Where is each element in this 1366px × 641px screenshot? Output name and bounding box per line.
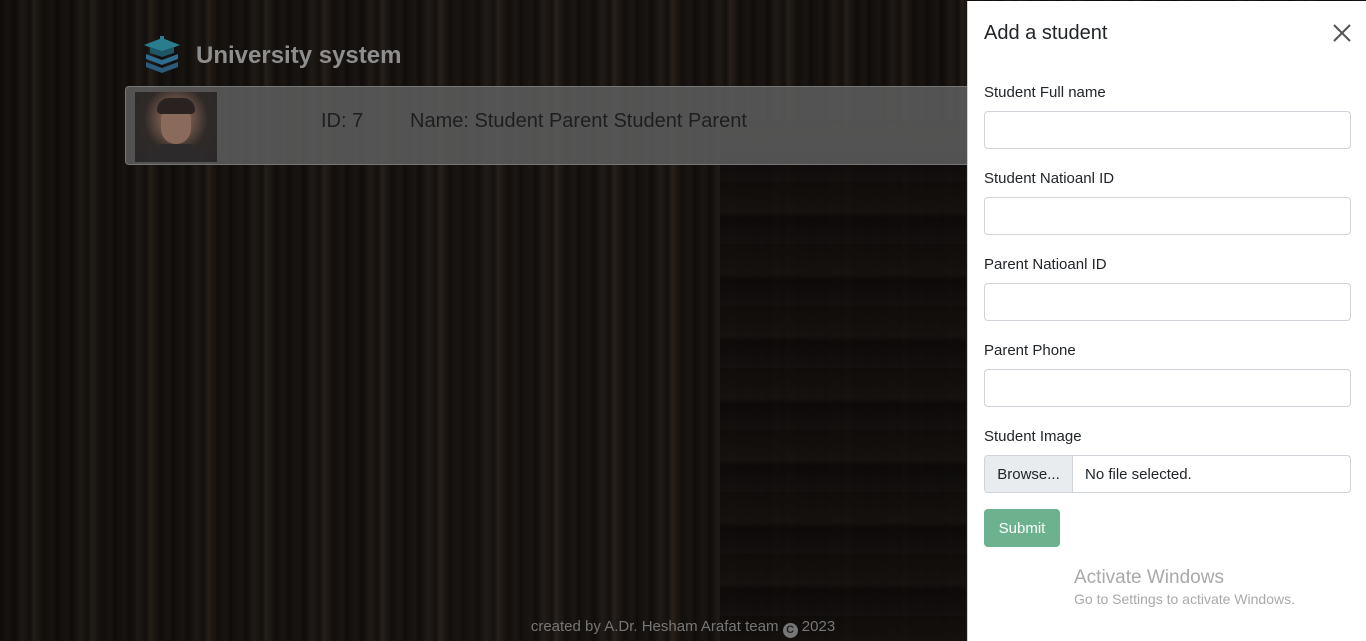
copyright-icon: C [782, 623, 798, 638]
student-card[interactable]: ID: 7 Name: Student Parent Student Paren… [125, 86, 985, 165]
close-icon[interactable] [1328, 19, 1356, 47]
footer-year: 2023 [801, 618, 836, 635]
panel-title: Add a student [984, 22, 1108, 44]
footer-credit: created by A.Dr. Hesham Arafat team [530, 618, 779, 635]
parent-phone-input[interactable] [984, 369, 1351, 407]
graduation-books-icon [144, 36, 180, 73]
student-photo [135, 92, 217, 162]
submit-button[interactable]: Submit [984, 509, 1060, 547]
student-image-label: Student Image [984, 428, 1082, 445]
browse-button[interactable]: Browse... [985, 456, 1073, 492]
student-name: Name: Student Parent Student Parent [410, 110, 747, 132]
student-image-file-input[interactable]: Browse... No file selected. [984, 455, 1351, 493]
file-status: No file selected. [1085, 465, 1192, 483]
student-national-id-input[interactable] [984, 197, 1351, 235]
student-id: ID: 7 [321, 110, 364, 132]
student-full-name-input[interactable] [984, 111, 1351, 149]
add-student-panel: Add a student Student Full name Student … [967, 1, 1366, 641]
watermark-line2: Go to Settings to activate Windows. [1074, 591, 1295, 607]
parent-phone-label: Parent Phone [984, 342, 1076, 359]
windows-activation-watermark: Activate Windows Go to Settings to activ… [1074, 567, 1295, 607]
student-full-name-label: Student Full name [984, 84, 1106, 101]
parent-national-id-input[interactable] [984, 283, 1351, 321]
brand: University system [140, 34, 401, 78]
watermark-line1: Activate Windows [1074, 567, 1224, 588]
parent-national-id-label: Parent Natioanl ID [984, 256, 1107, 273]
student-national-id-label: Student Natioanl ID [984, 170, 1115, 187]
brand-title: University system [196, 42, 402, 69]
